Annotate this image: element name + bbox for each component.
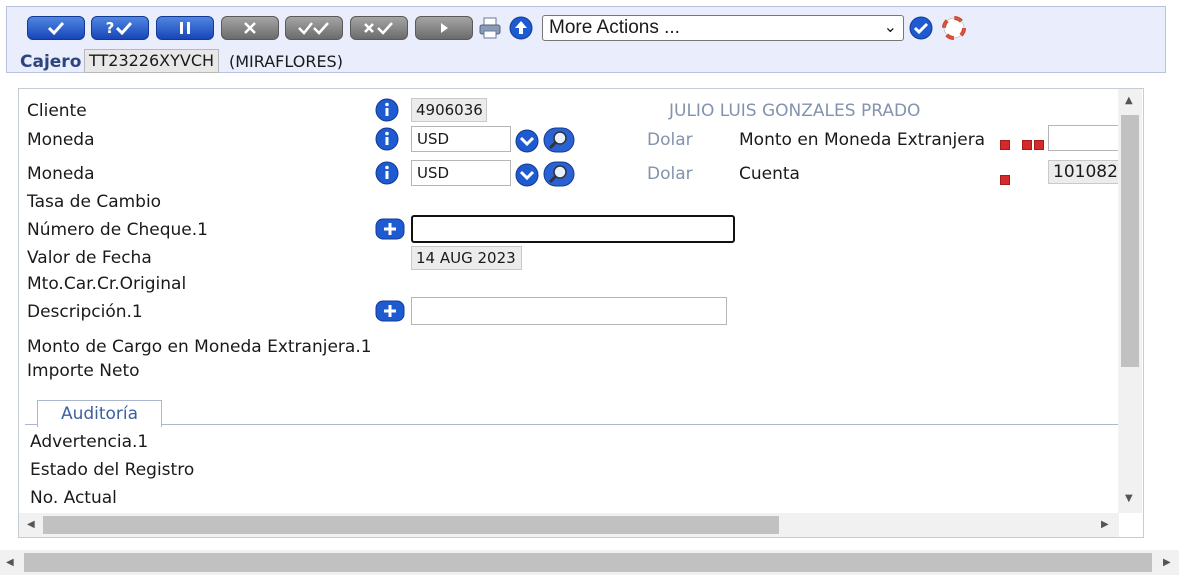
valor-fecha-label: Valor de Fecha	[27, 248, 152, 268]
next-button[interactable]	[415, 16, 473, 40]
info-icon[interactable]	[375, 161, 399, 185]
close-icon	[244, 22, 256, 34]
more-actions-select[interactable]: More Actions ... ⌄	[542, 15, 904, 41]
valor-fecha-field: 14 AUG 2023	[411, 246, 522, 270]
horizontal-scroll-thumb[interactable]	[43, 516, 779, 534]
double-check-icon	[298, 22, 329, 35]
tasa-label: Tasa de Cambio	[27, 192, 162, 212]
search-magnifier-icon[interactable]	[543, 161, 575, 187]
commit-button[interactable]	[27, 16, 85, 40]
cajero-branch: (MIRAFLORES)	[229, 52, 343, 71]
pause-icon	[180, 22, 190, 34]
required-marker	[1022, 140, 1032, 150]
no-actual-label: No. Actual	[30, 488, 117, 508]
hold-button[interactable]	[156, 16, 214, 40]
check-icon	[116, 21, 133, 35]
moneda-field[interactable]: USD	[411, 126, 511, 152]
page-gutter	[1144, 88, 1179, 548]
cliente-field: 4906036	[411, 98, 487, 122]
tab-divider	[25, 424, 1119, 425]
cheque-label: Número de Cheque.1	[27, 220, 208, 240]
info-icon[interactable]	[375, 127, 399, 151]
moneda-field-2[interactable]: USD	[411, 160, 511, 186]
horizontal-scrollbar[interactable]: ◀ ▶	[19, 513, 1119, 537]
help-lifebuoy-icon[interactable]	[942, 16, 966, 40]
more-actions-label: More Actions ...	[549, 17, 680, 38]
cheque-field[interactable]	[411, 215, 735, 243]
scroll-right-icon[interactable]: ▶	[1101, 519, 1109, 530]
scroll-left-icon[interactable]: ◀	[6, 557, 14, 568]
go-check-icon[interactable]	[909, 16, 933, 40]
descripcion-field[interactable]	[411, 297, 727, 325]
required-marker	[1034, 140, 1044, 150]
transaction-form: Cliente 4906036 JULIO LUIS GONZALES PRAD…	[18, 88, 1144, 538]
add-plus-icon[interactable]	[375, 299, 405, 323]
upload-icon[interactable]	[509, 16, 533, 40]
required-marker	[1000, 175, 1010, 185]
scroll-right-icon[interactable]: ▶	[1163, 557, 1171, 568]
moneda-desc: Dolar	[647, 130, 693, 150]
monto-ext-field[interactable]	[1048, 125, 1120, 151]
cross-check-icon	[364, 22, 393, 35]
importe-neto-label: Importe Neto	[27, 361, 140, 381]
dropdown-chevron-icon[interactable]	[515, 129, 539, 153]
scroll-up-icon[interactable]: ▲	[1125, 95, 1133, 106]
moneda-desc-2: Dolar	[647, 164, 693, 184]
descripcion-label: Descripción.1	[27, 302, 143, 322]
authorise-button[interactable]	[285, 16, 343, 40]
delete-button[interactable]	[221, 16, 279, 40]
chevron-down-icon: ⌄	[883, 19, 897, 36]
cliente-name: JULIO LUIS GONZALES PRADO	[669, 101, 921, 121]
cliente-label: Cliente	[27, 101, 87, 121]
page-horizontal-scrollbar[interactable]: ◀ ▶	[0, 550, 1179, 575]
monto-ext-label: Monto en Moneda Extranjera	[739, 130, 986, 150]
reverse-button[interactable]	[350, 16, 408, 40]
printer-icon[interactable]	[478, 16, 502, 40]
cuenta-label: Cuenta	[739, 164, 800, 184]
page-scroll-thumb[interactable]	[24, 553, 1152, 572]
scroll-down-icon[interactable]: ▼	[1125, 493, 1133, 504]
required-marker	[1000, 140, 1010, 150]
cajero-label: Cajero	[20, 52, 82, 72]
vertical-scroll-thumb[interactable]	[1121, 115, 1139, 367]
scroll-left-icon[interactable]: ◀	[27, 519, 35, 530]
moneda-label: Moneda	[27, 130, 95, 150]
validate-button[interactable]: ?	[91, 16, 149, 40]
search-magnifier-icon[interactable]	[543, 127, 575, 153]
toolbar-panel: ? More Actions ... ⌄ Cajero TT23226XYVCH	[6, 6, 1166, 73]
mto-car-label: Mto.Car.Cr.Original	[27, 274, 187, 294]
advertencia-label: Advertencia.1	[30, 432, 149, 452]
moneda-label-2: Moneda	[27, 164, 95, 184]
vertical-scrollbar[interactable]: ▲ ▼	[1118, 89, 1142, 513]
estado-label: Estado del Registro	[30, 460, 195, 480]
monto-cargo-label: Monto de Cargo en Moneda Extranjera.1	[27, 337, 372, 357]
add-plus-icon[interactable]	[375, 217, 405, 241]
dropdown-chevron-icon[interactable]	[515, 163, 539, 187]
info-icon[interactable]	[375, 98, 399, 122]
check-icon	[47, 21, 65, 35]
tab-auditoria[interactable]: Auditoría	[37, 400, 162, 427]
cajero-id: TT23226XYVCH	[84, 49, 220, 73]
play-icon	[441, 23, 448, 33]
cuenta-field: 101082	[1048, 160, 1120, 184]
